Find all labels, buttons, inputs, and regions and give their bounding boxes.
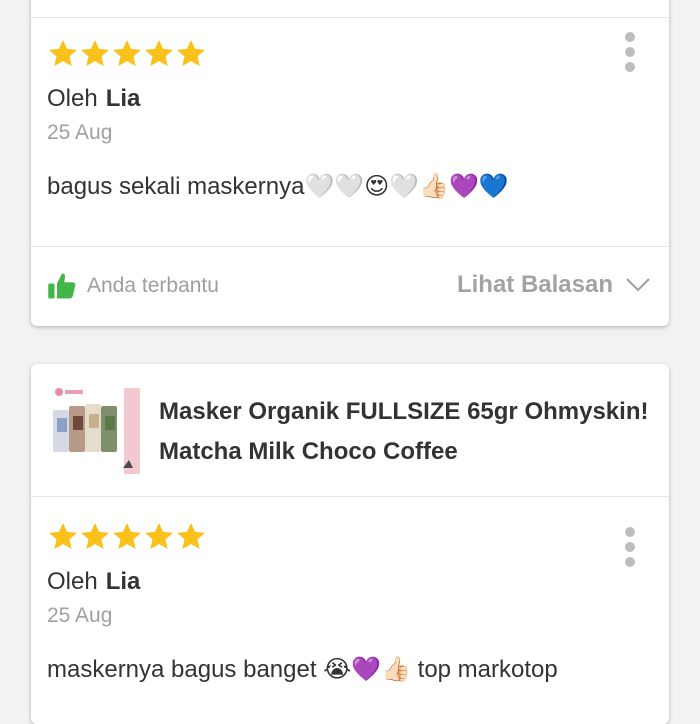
review-author[interactable]: Lia bbox=[106, 568, 141, 595]
byline-prefix: Oleh bbox=[47, 85, 98, 112]
star-icon bbox=[113, 523, 141, 549]
review-body-2: Oleh Lia 25 Aug maskernya bagus banget 😭💜… bbox=[31, 497, 669, 687]
more-dot bbox=[625, 527, 635, 537]
review-card-1: Oleh Lia 25 Aug bagus sekali maskernya🤍🤍😍… bbox=[31, 0, 669, 326]
more-options-button[interactable] bbox=[619, 527, 641, 567]
view-replies-button[interactable]: Lihat Balasan bbox=[457, 271, 651, 299]
chevron-down-icon bbox=[626, 278, 650, 292]
review-author[interactable]: Lia bbox=[106, 85, 141, 112]
more-dot bbox=[625, 47, 635, 57]
star-icon bbox=[49, 523, 77, 549]
review-body-1: Oleh Lia 25 Aug bagus sekali maskernya🤍🤍😍… bbox=[31, 18, 669, 204]
more-dot bbox=[625, 557, 635, 567]
star-rating bbox=[47, 34, 669, 74]
star-icon bbox=[145, 40, 173, 66]
star-icon bbox=[145, 523, 173, 549]
star-icon bbox=[81, 40, 109, 66]
helpful-button[interactable]: Anda terbantu bbox=[47, 271, 219, 301]
star-icon bbox=[177, 40, 205, 66]
review-byline: Oleh Lia bbox=[47, 84, 669, 114]
star-icon bbox=[49, 40, 77, 66]
product-thumbnail bbox=[49, 382, 141, 478]
product-row[interactable]: Masker Organik FULLSIZE 65gr Ohmyskin! M… bbox=[31, 364, 669, 497]
review-text: bagus sekali maskernya🤍🤍😍🤍👍🏻💜💙 bbox=[47, 173, 509, 200]
review-byline: Oleh Lia bbox=[47, 567, 669, 597]
byline-prefix: Oleh bbox=[47, 568, 98, 595]
product-title[interactable]: Masker Organik FULLSIZE 65gr Ohmyskin! M… bbox=[159, 392, 659, 472]
card-top-divider bbox=[31, 0, 669, 18]
review-card-2: Masker Organik FULLSIZE 65gr Ohmyskin! M… bbox=[31, 364, 669, 724]
more-dot bbox=[625, 542, 635, 552]
helpful-label: Anda terbantu bbox=[87, 274, 219, 297]
review-date: 25 Aug bbox=[47, 604, 113, 627]
review-date: 25 Aug bbox=[47, 121, 113, 144]
star-icon bbox=[113, 40, 141, 66]
star-rating bbox=[47, 517, 669, 557]
more-dot bbox=[625, 32, 635, 42]
review-text: maskernya bagus banget 😭💜👍🏻 top markotop bbox=[47, 656, 558, 683]
more-options-button[interactable] bbox=[619, 32, 641, 72]
more-dot bbox=[625, 62, 635, 72]
star-icon bbox=[177, 523, 205, 549]
review-footer: Anda terbantu Lihat Balasan bbox=[31, 246, 669, 326]
star-icon bbox=[81, 523, 109, 549]
view-replies-label: Lihat Balasan bbox=[456, 271, 613, 298]
thumbs-up-icon bbox=[48, 273, 76, 299]
